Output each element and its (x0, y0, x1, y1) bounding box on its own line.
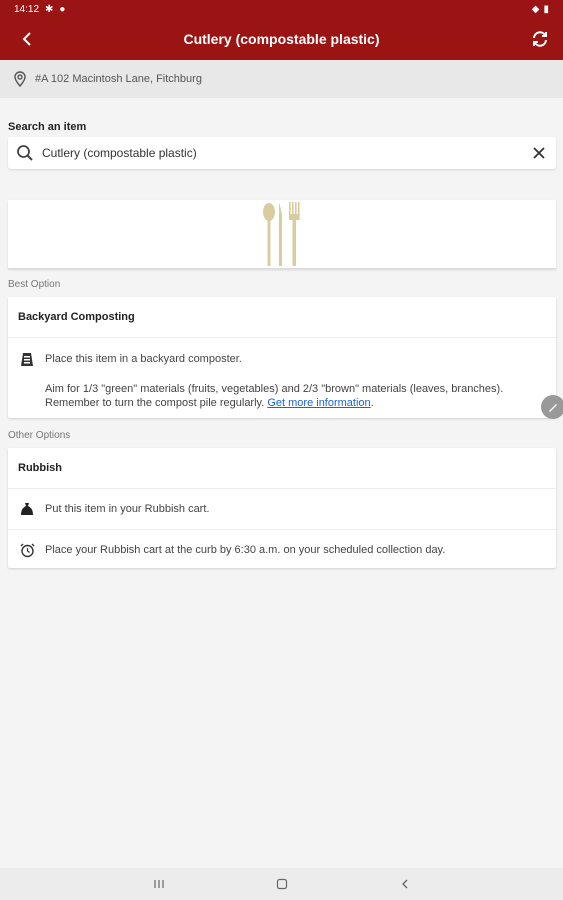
address-bar[interactable]: #A 102 Macintosh Lane, Fitchburg (0, 60, 563, 98)
back-button[interactable] (16, 28, 38, 50)
clear-search-button[interactable] (530, 144, 548, 162)
more-info-link[interactable]: Get more information (267, 397, 370, 409)
notification-icon: ✱ (45, 3, 54, 15)
best-option-detail-block: Aim for 1/3 "green" materials (fruits, v… (8, 368, 556, 410)
search-label: Search an item (8, 121, 87, 133)
chevron-left-icon (402, 879, 408, 889)
other-option-row: Place your Rubbish cart at the curb by 6… (8, 530, 556, 570)
home-button[interactable] (274, 876, 290, 892)
best-option-card: Backyard Composting Place this item in a… (8, 297, 556, 418)
other-option-row-text: Put this item in your Rubbish cart. (45, 503, 210, 515)
rubbish-bag-icon (18, 500, 36, 518)
system-back-button[interactable] (397, 876, 413, 892)
refresh-icon (533, 31, 547, 47)
pencil-icon (549, 404, 557, 412)
home-icon (276, 878, 288, 890)
recent-apps-button[interactable] (151, 876, 167, 892)
cutlery-image (263, 202, 300, 266)
search-input[interactable] (40, 145, 530, 161)
alarm-clock-icon (18, 541, 36, 559)
wifi-icon: ◆ (531, 3, 540, 15)
best-option-label: Best Option (8, 279, 61, 290)
status-time: 14:12 (14, 3, 40, 15)
mic-icon: ● (59, 3, 66, 15)
other-option-row: Put this item in your Rubbish cart. (8, 489, 556, 530)
back-arrow-icon (22, 32, 31, 46)
best-option-instruction: Place this item in a backyard composter. (45, 353, 242, 365)
recent-apps-icon (154, 880, 164, 888)
period-text: . (370, 397, 374, 409)
other-options-label: Other Options (8, 430, 71, 441)
close-icon (533, 147, 545, 159)
search-box (8, 137, 556, 169)
best-option-instruction-row: Place this item in a backyard composter. (8, 350, 556, 368)
battery-icon: ▮ (543, 3, 549, 15)
refresh-button[interactable] (529, 28, 551, 50)
system-nav-bar (0, 868, 563, 900)
other-option-title: Rubbish (8, 448, 556, 489)
other-options-card: Rubbish Put this item in your Rubbish ca… (8, 448, 556, 568)
page-title: Cutlery (compostable plastic) (183, 31, 380, 47)
composter-icon (18, 350, 36, 368)
address-text: #A 102 Macintosh Lane, Fitchburg (35, 73, 202, 85)
search-icon (17, 145, 33, 161)
other-option-row-text: Place your Rubbish cart at the curb by 6… (45, 544, 446, 556)
app-bar: Cutlery (compostable plastic) (0, 18, 563, 60)
edit-button[interactable] (541, 395, 563, 419)
location-pin-icon (14, 71, 26, 87)
status-bar: 14:12 ✱ ● ◆ ▮ (0, 0, 563, 18)
item-image (8, 200, 556, 269)
best-option-title: Backyard Composting (8, 297, 556, 338)
